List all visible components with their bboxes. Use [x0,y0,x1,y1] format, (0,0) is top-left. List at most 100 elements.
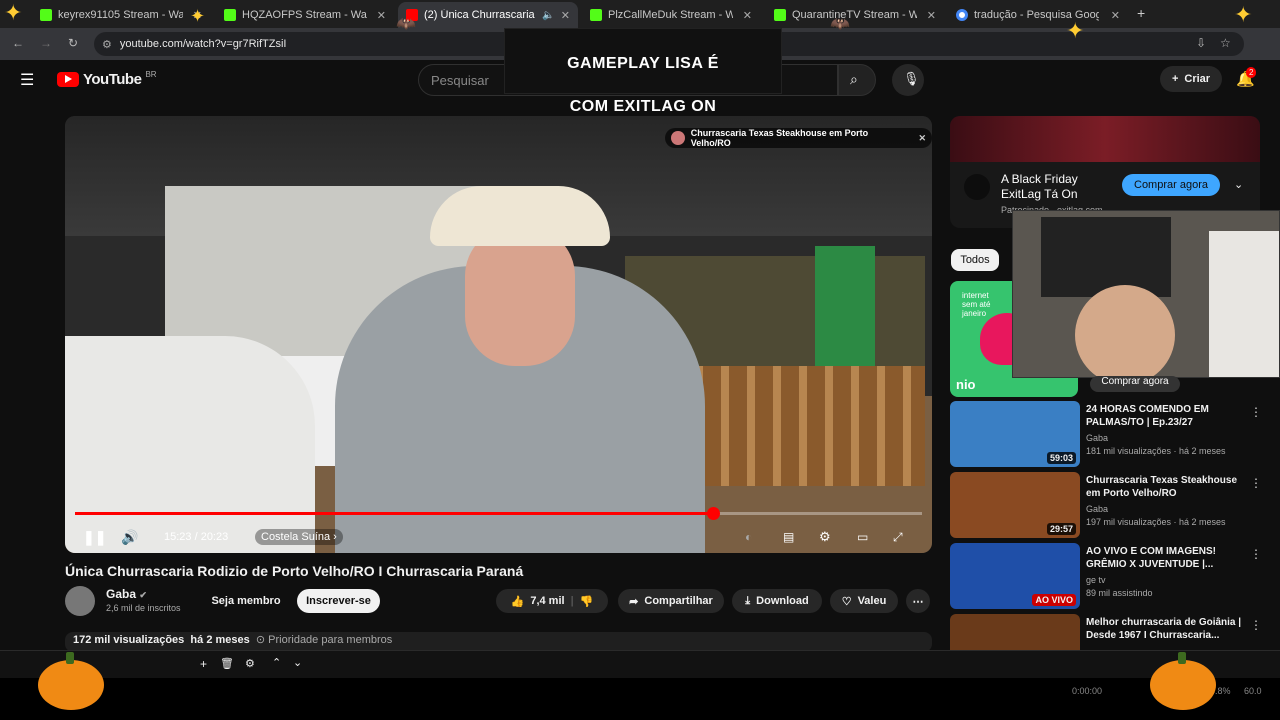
browser-tab[interactable]: QuarantineTV Stream - Watch L ✕ [766,2,944,28]
search-placeholder: Pesquisar [431,72,489,88]
install-icon[interactable]: ⇩ [1196,36,1206,50]
forward-icon[interactable]: → [40,36,52,50]
description-box[interactable]: 172 mil visualizações há 2 meses ⊙ Prior… [65,632,932,652]
volume-icon[interactable]: 🔊 [121,529,138,546]
add-icon[interactable]: + [200,657,207,671]
browser-tab[interactable]: PlzCallMeDuk Stream - Watch L ✕ [582,2,760,28]
recommendation-item[interactable]: AO VIVO AO VIVO E COM IMAGENS! GRÊMIO X … [950,543,1262,609]
trash-icon[interactable]: 🗑 [220,657,234,670]
tab-title: keyrex91105 Stream - Watch Li [58,9,183,21]
nio-logo: nio [956,377,976,392]
close-tab-icon[interactable]: ✕ [743,9,752,22]
new-tab-button[interactable]: + [1137,5,1145,21]
webcam-flag [1209,231,1279,377]
subtitles-icon[interactable]: ▤ [783,530,794,544]
speaker-icon[interactable]: 🔈 [542,10,554,21]
more-options-icon[interactable]: ⋮ [1250,405,1262,419]
upload-age: há 2 meses [190,634,250,646]
subscribe-button[interactable]: Inscrever-se [297,589,380,613]
like-dislike-group: 👍 7,4 mil | 👎 [496,589,608,613]
theater-mode-icon[interactable]: ▭ [857,530,868,544]
thanks-label: Valeu [857,595,887,607]
youtube-logo[interactable]: YouTube BR [57,70,157,88]
thumbs-down-icon[interactable]: 👎 [580,595,594,608]
more-options-icon[interactable]: ⋮ [1250,547,1262,561]
share-button[interactable]: ➦ Compartilhar [618,589,724,613]
reload-icon[interactable]: ↻ [68,36,78,50]
more-options-icon[interactable]: ⋮ [1250,476,1262,490]
recommendation-item[interactable]: Melhor churrascaria de Goiânia | Desde 1… [950,614,1260,650]
sparkle-decoration-icon: ✦ [4,0,23,25]
recommendation-item[interactable]: 59:03 24 HORAS COMENDO EM PALMAS/TO | Ep… [950,401,1262,467]
fullscreen-icon[interactable]: ⤢ [893,530,903,545]
recommendation-thumbnail: 59:03 [950,401,1080,467]
subscriber-count: 2,6 mil de inscritos [106,603,181,613]
autoplay-toggle-icon[interactable]: ◐ [745,530,752,544]
thumbs-up-icon[interactable]: 👍 [511,595,525,608]
tab-title: HQZAOFPS Stream - Watch Live [242,9,367,21]
pause-icon[interactable]: ❚❚ [83,529,106,546]
live-badge: AO VIVO [1032,594,1076,606]
browser-tab[interactable]: tradução - Pesquisa Google ✕ [948,2,1128,28]
ad-cta-button[interactable]: Comprar agora [1122,174,1220,196]
region-code: BR [145,70,157,79]
browser-tab[interactable]: HQZAOFPS Stream - Watch Live ✕ [216,2,394,28]
sparkle-decoration-icon: ✦ [190,6,206,26]
channel-avatar[interactable] [65,586,95,616]
webcam-tv [1041,217,1171,297]
browser-tab[interactable]: keyrex91105 Stream - Watch Li ✕ [32,2,210,28]
close-tab-icon[interactable]: ✕ [561,9,570,22]
search-button[interactable]: ⌕ [838,64,876,96]
pumpkin-decoration-icon [38,652,104,710]
back-icon[interactable]: ← [12,36,24,50]
video-player[interactable]: Churrascaria Texas Steakhouse em Porto V… [65,116,932,553]
recommendation-meta: 89 mil assistindo [1086,588,1153,598]
recommendation-item[interactable]: 29:57 Churrascaria Texas Steakhouse em P… [950,472,1262,538]
menu-icon[interactable]: ☰ [20,70,34,90]
members-priority-icon: ⊙ [255,634,266,646]
close-tab-icon[interactable]: ✕ [377,9,386,22]
chevron-down-icon[interactable]: ⌄ [1234,178,1243,191]
close-tab-icon[interactable]: ✕ [1111,9,1120,22]
site-info-icon[interactable]: ⚙ [102,38,112,51]
search-icon: ⌕ [850,71,858,87]
recommendation-channel: ge tv [1086,575,1106,585]
webcam-person [1075,285,1175,377]
chip-todos[interactable]: Todos [951,249,999,271]
recommendation-title: AO VIVO E COM IMAGENS! GRÊMIO X JUVENTUD… [1086,546,1217,570]
logo-text: YouTube [83,71,142,88]
player-controls: ❚❚ 🔊 15:23 / 20:23 Costela Suína › ◐ ▤ ⚙… [65,521,932,553]
plus-icon: + [1171,73,1179,85]
progress-scrubber[interactable] [706,507,720,520]
progress-bar[interactable] [75,507,922,520]
close-tab-icon[interactable]: ✕ [927,9,936,22]
progress-fill [75,512,713,515]
heart-icon: ♡ [841,595,852,608]
create-button[interactable]: + Criar [1160,66,1222,92]
url-text: youtube.com/watch?v=gr7RifTZsiI [119,38,287,50]
settings-gear-icon[interactable]: ⚙ [245,657,255,670]
channel-name[interactable]: Gaba ✔ [106,587,147,601]
bookmark-star-icon[interactable]: ☆ [1220,36,1231,50]
chevron-up-icon[interactable]: ⌃ [272,656,281,669]
chevron-down-icon[interactable]: ⌄ [293,656,302,669]
linked-video-chip[interactable]: Churrascaria Texas Steakhouse em Porto V… [665,128,932,148]
more-options-icon[interactable]: ⋮ [1250,618,1260,632]
thanks-button[interactable]: ♡ Valeu [830,589,898,613]
chapter-title: Costela Suína [261,531,331,543]
sparkle-decoration-icon: ✦ [1066,18,1085,43]
nio-ad-cta-button[interactable]: Comprar agora [1090,376,1180,392]
chapter-button[interactable]: Costela Suína › [255,529,343,545]
browser-tab-active[interactable]: (2) Única Churrascaria Rodíz 🔈 ✕ [398,2,578,28]
sparkle-decoration-icon: ✦ [1234,2,1253,27]
join-button[interactable]: Seja membro [204,589,288,613]
view-count: 172 mil visualizações [73,634,185,646]
ad-banner-image [950,116,1260,162]
more-actions-icon[interactable]: ⋯ [906,589,930,613]
close-icon[interactable]: ✕ [918,133,926,144]
share-arrow-icon: ➦ [629,595,639,608]
settings-gear-icon[interactable]: ⚙ [819,529,831,545]
download-button[interactable]: ⤓ Download [732,589,822,613]
channel-name-text: Gaba [106,587,137,601]
voice-search-button[interactable]: 🎙 [892,64,924,96]
